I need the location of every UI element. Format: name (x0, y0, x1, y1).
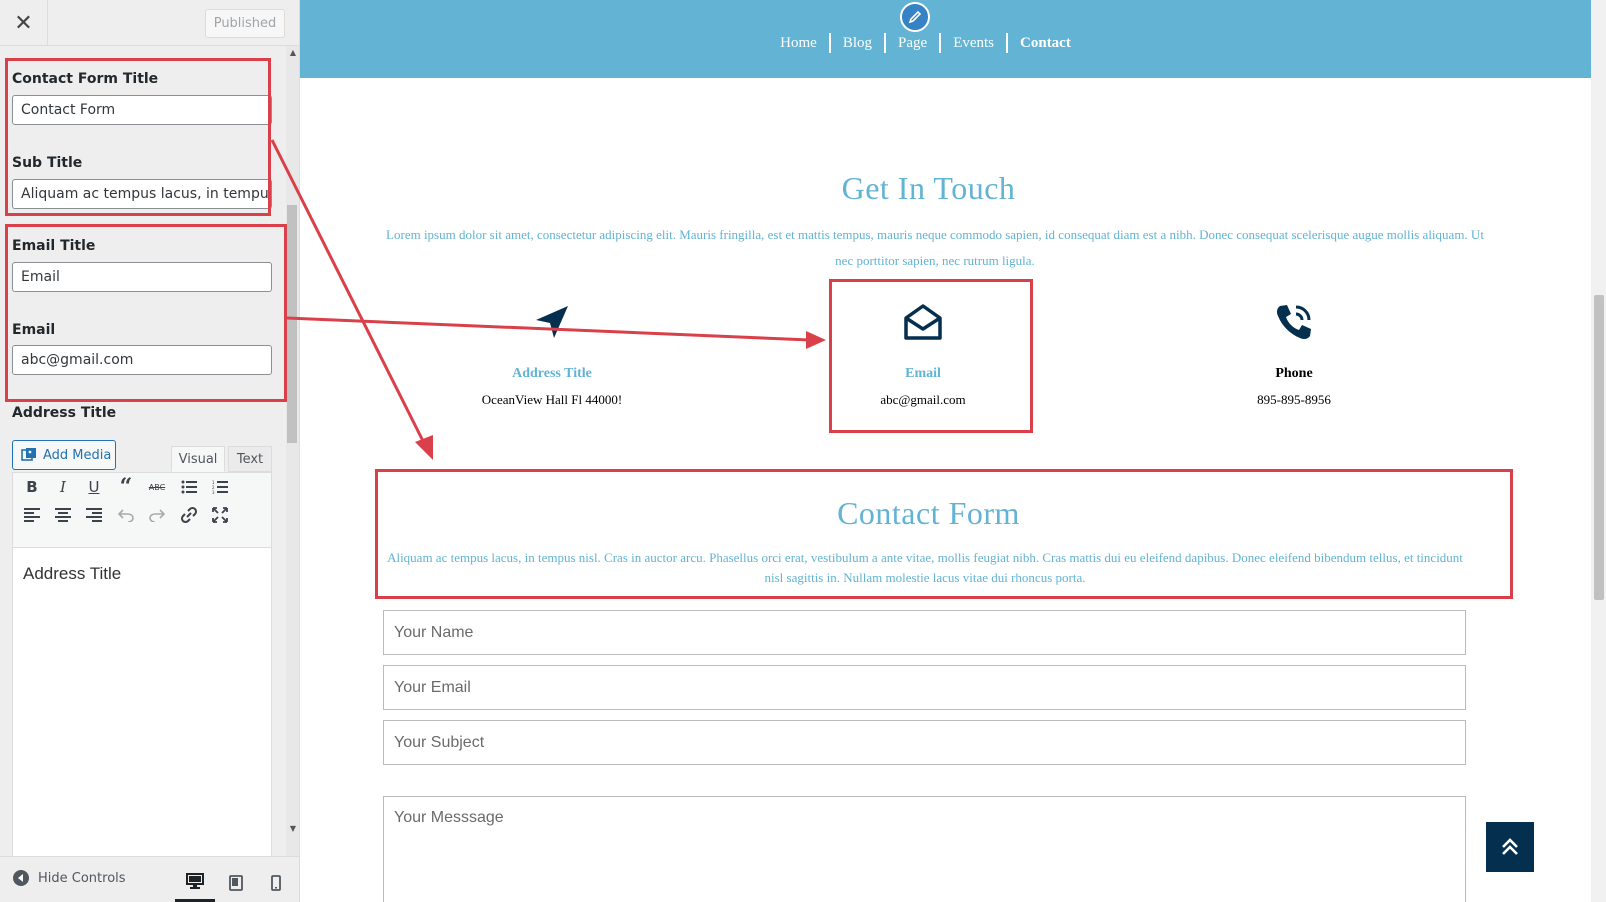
get-in-touch-title: Get In Touch (841, 170, 1016, 206)
hide-controls-label: Hide Controls (38, 870, 126, 886)
scroll-down-arrow[interactable]: ▼ (287, 824, 299, 833)
nav-page[interactable]: Page (886, 33, 942, 53)
bullet-list-icon[interactable] (177, 475, 201, 499)
get-in-touch-text: Lorem ipsum dolor sit amet, consectetur … (386, 227, 1484, 268)
address-value: OceanView Hall Fl 44000! (481, 392, 623, 407)
sidebar-header: ✕ Published (0, 0, 299, 46)
back-to-top-button[interactable] (1486, 822, 1534, 872)
add-media-icon (21, 448, 36, 461)
address-info: Address Title OceanView Hall Fl 44000! (432, 300, 672, 408)
phone-value: 895-895-8956 (1257, 392, 1331, 407)
add-media-label: Add Media (43, 447, 112, 463)
your-subject-input[interactable]: Your Subject (383, 720, 1466, 765)
hide-controls-button[interactable]: Hide Controls (12, 869, 126, 887)
contact-form-title: Contact Form (837, 495, 1020, 531)
add-media-button[interactable]: Add Media (12, 440, 116, 470)
redo-icon[interactable] (145, 503, 169, 527)
email-title-input[interactable]: Email (12, 262, 272, 292)
preview-tablet-button[interactable] (216, 863, 256, 902)
close-icon: ✕ (14, 10, 33, 36)
close-button[interactable]: ✕ (0, 0, 48, 46)
link-icon[interactable] (177, 503, 201, 527)
email-info: Email abc@gmail.com (803, 300, 1043, 408)
numbered-list-icon[interactable]: 123 (208, 475, 232, 499)
contact-form-title-input[interactable]: Contact Form (12, 95, 272, 125)
your-message-textarea[interactable]: Your Messsage (383, 796, 1466, 902)
address-title: Address Title (512, 366, 592, 381)
phone-icon (1276, 305, 1311, 340)
svg-text:3: 3 (212, 490, 215, 494)
phone-info: Phone 895-895-8956 (1174, 300, 1414, 408)
published-button[interactable]: Published (205, 9, 285, 38)
editor-toolbar: B I U “ ABC 123 (12, 472, 272, 548)
mobile-icon (271, 875, 281, 891)
tab-visual[interactable]: Visual (171, 446, 225, 472)
sub-title-label: Sub Title (12, 155, 83, 171)
customizer-sidebar: ✕ Published Contact Form Title Contact F… (0, 0, 300, 902)
pencil-icon (908, 10, 922, 24)
email-input[interactable]: abc@gmail.com (12, 345, 272, 375)
nav-events[interactable]: Events (941, 33, 1009, 53)
paper-plane-icon (536, 306, 568, 338)
align-center-icon[interactable] (51, 503, 75, 527)
sub-title-input[interactable]: Aliquam ac tempus lacus, in tempus nisl (12, 179, 272, 209)
tablet-icon (229, 875, 243, 891)
blockquote-icon[interactable]: “ (114, 474, 138, 500)
tab-text[interactable]: Text (228, 446, 272, 472)
edit-shortcut-button[interactable] (900, 2, 930, 32)
sidebar-footer: Hide Controls (0, 856, 299, 902)
sidebar-scrollbar[interactable] (286, 46, 299, 856)
contact-form-subtitle: Aliquam ac tempus lacus, in tempus nisl.… (387, 550, 1463, 585)
fullscreen-icon[interactable] (208, 503, 232, 527)
preview-desktop-button[interactable] (175, 863, 215, 902)
contact-form-title-label: Contact Form Title (12, 71, 159, 87)
preview-scrollbar-thumb[interactable] (1594, 295, 1604, 600)
sidebar-scrollbar-thumb[interactable] (287, 205, 297, 443)
site-header: Home Blog Page Events Contact (300, 0, 1591, 78)
bold-icon[interactable]: B (20, 475, 44, 499)
address-title-label: Address Title (12, 405, 117, 421)
site-preview: Home Blog Page Events Contact Get In Tou… (300, 0, 1591, 902)
chevrons-up-icon (1502, 838, 1518, 855)
scroll-up-arrow[interactable]: ▲ (287, 48, 299, 57)
preview-mobile-button[interactable] (256, 863, 296, 902)
desktop-icon (186, 873, 204, 889)
nav-contact[interactable]: Contact (1008, 33, 1083, 53)
underline-icon[interactable]: U (82, 475, 106, 499)
main-navigation: Home Blog Page Events Contact (300, 33, 1591, 53)
your-email-input[interactable]: Your Email (383, 665, 1466, 710)
align-right-icon[interactable] (82, 503, 106, 527)
undo-icon[interactable] (114, 503, 138, 527)
email-value: abc@gmail.com (880, 392, 966, 407)
align-left-icon[interactable] (20, 503, 44, 527)
hide-controls-icon (13, 870, 29, 886)
italic-icon[interactable]: I (51, 475, 75, 499)
nav-blog[interactable]: Blog (831, 33, 887, 53)
phone-title: Phone (1275, 366, 1313, 381)
email-label: Email (12, 322, 56, 338)
email-title: Email (905, 366, 941, 381)
editor-content[interactable]: Address Title (12, 548, 272, 858)
your-name-input[interactable]: Your Name (383, 610, 1466, 655)
nav-home[interactable]: Home (768, 33, 831, 53)
envelope-open-icon (904, 304, 942, 340)
email-title-label: Email Title (12, 238, 96, 254)
strikethrough-icon[interactable]: ABC (145, 475, 169, 499)
